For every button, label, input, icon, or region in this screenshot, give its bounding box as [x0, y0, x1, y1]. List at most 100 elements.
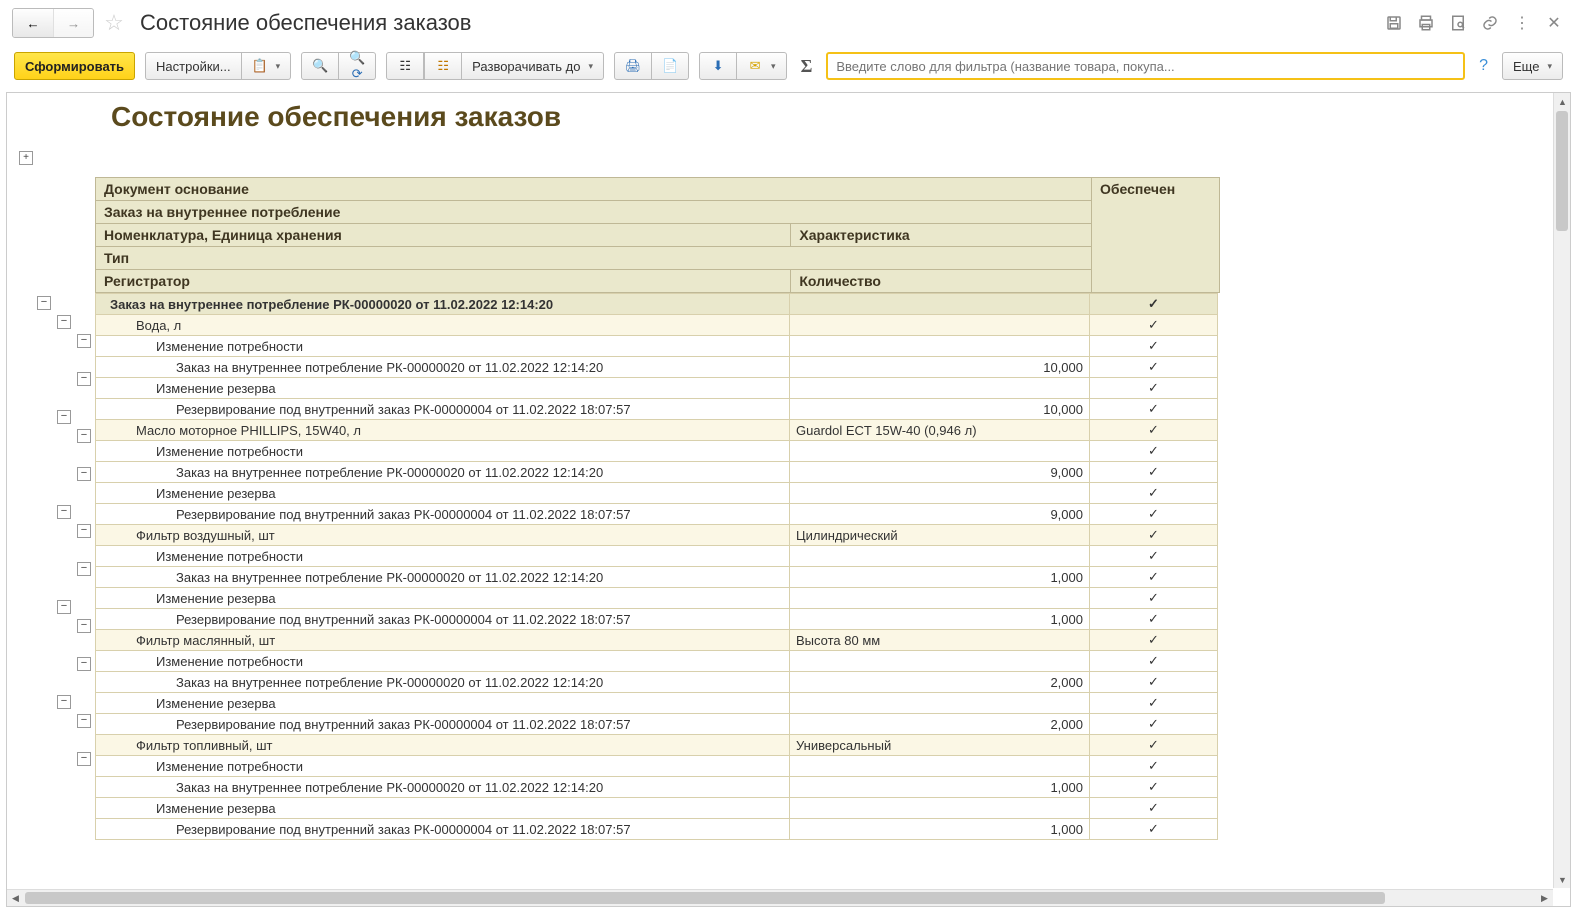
generate-button[interactable]: Сформировать	[14, 52, 135, 80]
expand-to-button[interactable]: Разворачивать до	[462, 52, 604, 80]
row-provided: ✓	[1090, 798, 1218, 819]
row-char-or-qty	[790, 588, 1090, 609]
print-button[interactable]: 🖨	[614, 52, 652, 80]
table-row[interactable]: Изменение резерва✓	[96, 588, 1218, 609]
tree-collapse-toggle[interactable]: −	[77, 714, 91, 728]
row-provided: ✓	[1090, 819, 1218, 840]
table-row[interactable]: Изменение потребности✓	[96, 546, 1218, 567]
tree-collapse-toggle[interactable]: −	[77, 372, 91, 386]
table-row[interactable]: Резервирование под внутренний заказ РК-0…	[96, 609, 1218, 630]
scroll-left-icon[interactable]: ◀	[7, 890, 24, 907]
table-row[interactable]: Фильтр топливный, штУниверсальный✓	[96, 735, 1218, 756]
page-preview-icon[interactable]	[1447, 12, 1469, 34]
row-text: Резервирование под внутренний заказ РК-0…	[96, 714, 790, 735]
row-char-or-qty	[790, 315, 1090, 336]
row-text: Изменение потребности	[96, 336, 790, 357]
checkmark-icon: ✓	[1148, 464, 1159, 479]
help-icon[interactable]: ?	[1475, 57, 1492, 75]
tree-collapse-toggle[interactable]: −	[57, 505, 71, 519]
tree-collapse-toggle[interactable]: −	[37, 296, 51, 310]
row-text: Заказ на внутреннее потребление РК-00000…	[96, 777, 790, 798]
table-row[interactable]: Масло моторное PHILLIPS, 15W40, лGuardol…	[96, 420, 1218, 441]
clipboard-icon: 📋	[252, 58, 268, 74]
table-row[interactable]: Резервирование под внутренний заказ РК-0…	[96, 714, 1218, 735]
save-file-button[interactable]: ⬇	[699, 52, 737, 80]
table-row[interactable]: Заказ на внутреннее потребление РК-00000…	[96, 357, 1218, 378]
scroll-down-icon[interactable]: ▼	[1554, 871, 1571, 888]
table-row[interactable]: Вода, л ✓	[96, 315, 1218, 336]
tree-collapse-toggle[interactable]: −	[77, 619, 91, 633]
row-text: Изменение потребности	[96, 756, 790, 777]
tree-collapse-toggle[interactable]: −	[77, 657, 91, 671]
table-row[interactable]: Изменение потребности✓	[96, 441, 1218, 462]
table-row[interactable]: Заказ на внутреннее потребление РК-00000…	[96, 462, 1218, 483]
collapse-groups-button[interactable]: ☷	[386, 52, 424, 80]
refresh-find-button[interactable]: 🔍⟳	[339, 52, 376, 80]
tree-collapse-toggle[interactable]: −	[77, 429, 91, 443]
checkmark-icon: ✓	[1148, 779, 1159, 794]
report-header-table: Документ основание Обеспечен Заказ на вн…	[95, 177, 1220, 293]
tree-collapse-toggle[interactable]: −	[77, 562, 91, 576]
tree-collapse-toggle[interactable]: −	[77, 467, 91, 481]
table-row[interactable]: Резервирование под внутренний заказ РК-0…	[96, 399, 1218, 420]
tree-collapse-toggle[interactable]: −	[57, 315, 71, 329]
table-row[interactable]: Изменение потребности✓	[96, 336, 1218, 357]
filter-input[interactable]	[826, 52, 1465, 80]
table-row[interactable]: Фильтр воздушный, штЦилиндрический✓	[96, 525, 1218, 546]
kebab-menu-icon[interactable]: ⋮	[1511, 12, 1533, 34]
print-preview-button[interactable]: 📄	[652, 52, 689, 80]
table-row[interactable]: Заказ на внутреннее потребление РК-00000…	[96, 672, 1218, 693]
table-row[interactable]: Изменение резерва✓	[96, 378, 1218, 399]
row-text: Вода, л	[96, 315, 790, 336]
save-icon[interactable]	[1383, 12, 1405, 34]
close-icon[interactable]: ✕	[1543, 12, 1565, 34]
find-button[interactable]: 🔍	[301, 52, 339, 80]
sum-button[interactable]: Σ	[797, 56, 817, 77]
table-row[interactable]: Резервирование под внутренний заказ РК-0…	[96, 819, 1218, 840]
vertical-scrollbar[interactable]: ▲ ▼	[1553, 93, 1570, 888]
table-row[interactable]: Заказ на внутреннее потребление РК-00000…	[96, 294, 1218, 315]
link-icon[interactable]	[1479, 12, 1501, 34]
tree-collapse-toggle[interactable]: −	[57, 695, 71, 709]
back-button[interactable]: ←	[13, 9, 53, 37]
tree-collapse-toggle[interactable]: −	[57, 600, 71, 614]
checkmark-icon: ✓	[1148, 821, 1159, 836]
forward-button[interactable]: →	[53, 9, 93, 37]
table-row[interactable]: Изменение потребности✓	[96, 756, 1218, 777]
table-row[interactable]: Изменение потребности✓	[96, 651, 1218, 672]
tree-collapse-toggle[interactable]: −	[77, 334, 91, 348]
table-row[interactable]: Резервирование под внутренний заказ РК-0…	[96, 504, 1218, 525]
tree-collapse-toggle[interactable]: −	[57, 410, 71, 424]
table-row[interactable]: Заказ на внутреннее потребление РК-00000…	[96, 777, 1218, 798]
table-row[interactable]: Изменение резерва✓	[96, 693, 1218, 714]
row-text: Заказ на внутреннее потребление РК-00000…	[96, 672, 790, 693]
row-char-or-qty	[790, 798, 1090, 819]
favorite-star-icon[interactable]: ☆	[102, 11, 126, 35]
row-text: Фильтр маслянный, шт	[96, 630, 790, 651]
row-provided: ✓	[1090, 441, 1218, 462]
table-row[interactable]: Изменение резерва✓	[96, 483, 1218, 504]
table-row[interactable]: Фильтр маслянный, штВысота 80 мм✓	[96, 630, 1218, 651]
settings-button[interactable]: Настройки...	[145, 52, 242, 80]
row-provided: ✓	[1090, 651, 1218, 672]
toolbar: Сформировать Настройки... 📋 🔍 🔍⟳ ☷ ☷ Раз…	[0, 46, 1577, 86]
more-button[interactable]: Еще	[1502, 52, 1563, 80]
row-provided: ✓	[1090, 420, 1218, 441]
checkmark-icon: ✓	[1148, 317, 1159, 332]
scroll-right-icon[interactable]: ▶	[1536, 890, 1553, 907]
expand-groups-button[interactable]: ☷	[424, 52, 462, 80]
table-row[interactable]: Изменение резерва✓	[96, 798, 1218, 819]
hscroll-thumb[interactable]	[25, 892, 1385, 904]
vscroll-thumb[interactable]	[1556, 111, 1568, 231]
print-icon[interactable]	[1415, 12, 1437, 34]
table-row[interactable]: Заказ на внутреннее потребление РК-00000…	[96, 567, 1218, 588]
settings-variant-button[interactable]: 📋	[242, 52, 292, 80]
tree-collapse-toggle[interactable]: −	[77, 524, 91, 538]
horizontal-scrollbar[interactable]: ◀ ▶	[7, 889, 1553, 906]
tree-collapse-toggle[interactable]: −	[77, 752, 91, 766]
row-char-or-qty: 1,000	[790, 819, 1090, 840]
send-email-button[interactable]: ✉	[737, 52, 787, 80]
expand-all-toggle[interactable]: +	[19, 151, 33, 165]
scroll-up-icon[interactable]: ▲	[1554, 93, 1571, 110]
list-collapse-icon: ☷	[397, 58, 413, 74]
